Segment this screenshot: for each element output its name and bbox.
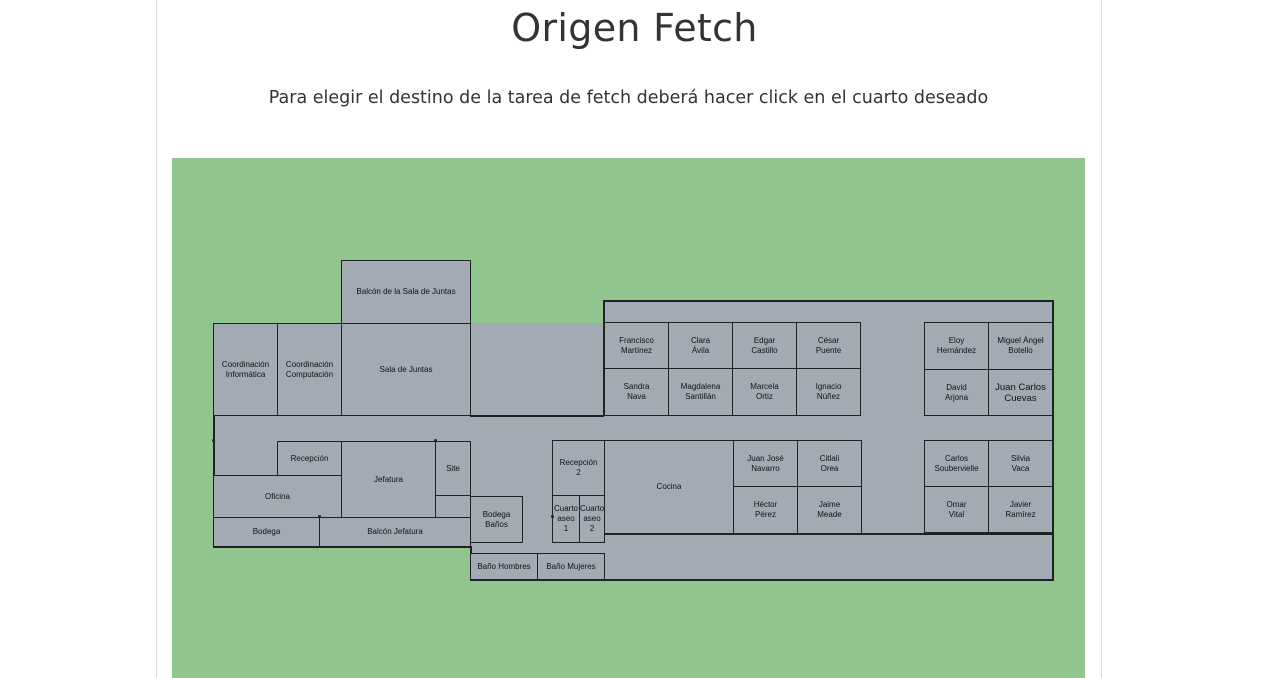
room-jefatura[interactable]: Jefatura xyxy=(341,441,436,518)
room-jaime-meade[interactable]: Jaime Meade xyxy=(797,486,862,534)
instructions-text: Para elegir el destino de la tarea de fe… xyxy=(268,88,989,108)
door-marker xyxy=(318,515,321,518)
room-bano-hombres[interactable]: Baño Hombres xyxy=(470,553,538,580)
room-david-arjona[interactable]: David Arjona xyxy=(924,369,989,416)
room-eloy-hernandez[interactable]: Eloy Hernández xyxy=(924,322,989,370)
room-oficina[interactable]: Oficina xyxy=(213,475,342,518)
page-title: Origen Fetch xyxy=(511,6,758,50)
room-coordinacion-computacion[interactable]: Coordinación Computación xyxy=(277,323,342,416)
room-bodega-banos[interactable]: Bodega Baños xyxy=(470,496,523,543)
room-juan-jose-navarro[interactable]: Juan José Navarro xyxy=(733,440,798,487)
room-bano-mujeres[interactable]: Baño Mujeres xyxy=(537,553,605,580)
door-marker xyxy=(551,515,554,518)
door-marker xyxy=(434,439,437,442)
wall xyxy=(470,415,604,417)
room-cuarto-aseo-1[interactable]: Cuarto aseo 1 xyxy=(552,495,580,543)
room-miguel-angel-botello[interactable]: Miguel Ángel Botello xyxy=(988,322,1053,370)
room-recepcion[interactable]: Recepción xyxy=(277,441,342,476)
room-coordinacion-informatica[interactable]: Coordinación Informática xyxy=(213,323,278,416)
wall xyxy=(603,300,1053,302)
room-edgar-castillo[interactable]: Edgar Castillo xyxy=(732,322,797,369)
room-sala-de-juntas[interactable]: Sala de Juntas xyxy=(341,323,471,416)
room-silvia-vaca[interactable]: Silvia Vaca xyxy=(988,440,1053,487)
room-bodega[interactable]: Bodega xyxy=(213,517,320,547)
room-omar-vital[interactable]: Omar Vital xyxy=(924,486,989,533)
room-javier-ramirez[interactable]: Javier Ramírez xyxy=(988,486,1053,533)
room-ignacio-nunez[interactable]: Ignacio Núñez xyxy=(796,368,861,416)
door-marker xyxy=(212,439,215,442)
room-balcon-sala-juntas[interactable]: Balcón de la Sala de Juntas xyxy=(341,260,471,324)
room-clara-avila[interactable]: Clara Ávila xyxy=(668,322,733,369)
room-cesar-puente[interactable]: César Puente xyxy=(796,322,861,369)
floor-east-top xyxy=(603,300,1053,324)
room-sandra-nava[interactable]: Sandra Nava xyxy=(604,368,669,416)
room-cuarto-aseo-2[interactable]: Cuarto aseo 2 xyxy=(579,495,605,543)
room-marcela-ortiz[interactable]: Marcela Ortiz xyxy=(732,368,797,416)
floor-plan-map: Balcón de la Sala de Juntas Coordinación… xyxy=(172,158,1085,678)
room-francisco-martinez[interactable]: Francisco Martínez xyxy=(604,322,669,369)
room-balcon-jefatura[interactable]: Balcón Jefatura xyxy=(319,517,471,547)
room-cocina[interactable]: Cocina xyxy=(604,440,734,534)
room-magdalena-santillan[interactable]: Magdalena Santillán xyxy=(668,368,733,416)
room-recepcion-2[interactable]: Recepción 2 xyxy=(552,440,605,496)
room-carlos-soubervielle[interactable]: Carlos Soubervielle xyxy=(924,440,989,487)
room-hector-perez[interactable]: Héctor Pérez xyxy=(733,486,798,534)
room-juan-carlos-cuevas[interactable]: Juan Carlos Cuevas xyxy=(988,369,1053,416)
room-citlali-orea[interactable]: Citlali Orea xyxy=(797,440,862,487)
room-site[interactable]: Site xyxy=(435,441,471,496)
